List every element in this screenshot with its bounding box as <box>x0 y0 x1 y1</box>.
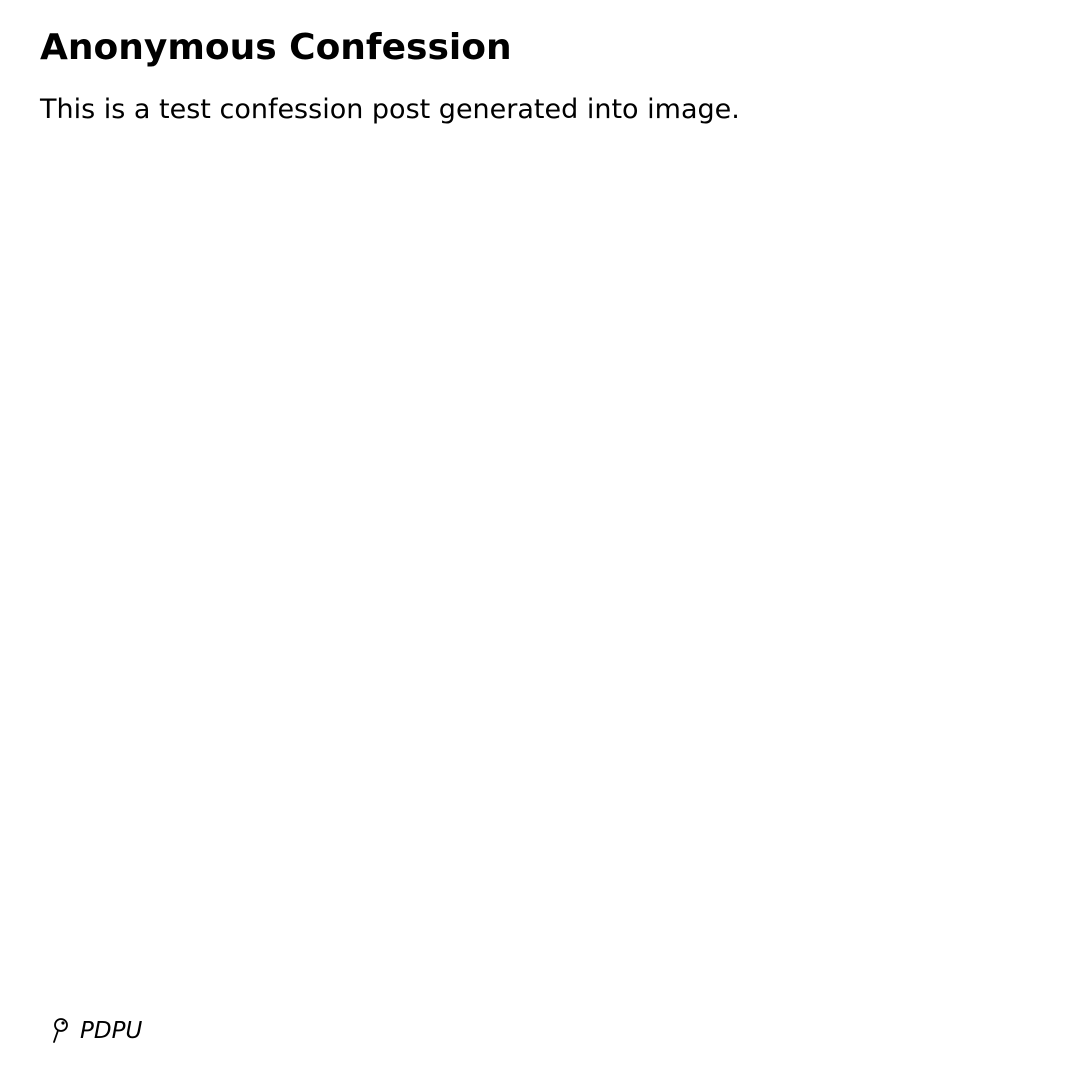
location-footer: PDPU <box>50 1014 142 1048</box>
location-label: PDPU <box>80 1018 143 1044</box>
post-body: This is a test confession post generated… <box>40 94 740 125</box>
post-title: Anonymous Confession <box>40 27 512 68</box>
confession-card: Anonymous Confession This is a test conf… <box>0 0 1080 1080</box>
location-pin-icon <box>50 1017 70 1045</box>
